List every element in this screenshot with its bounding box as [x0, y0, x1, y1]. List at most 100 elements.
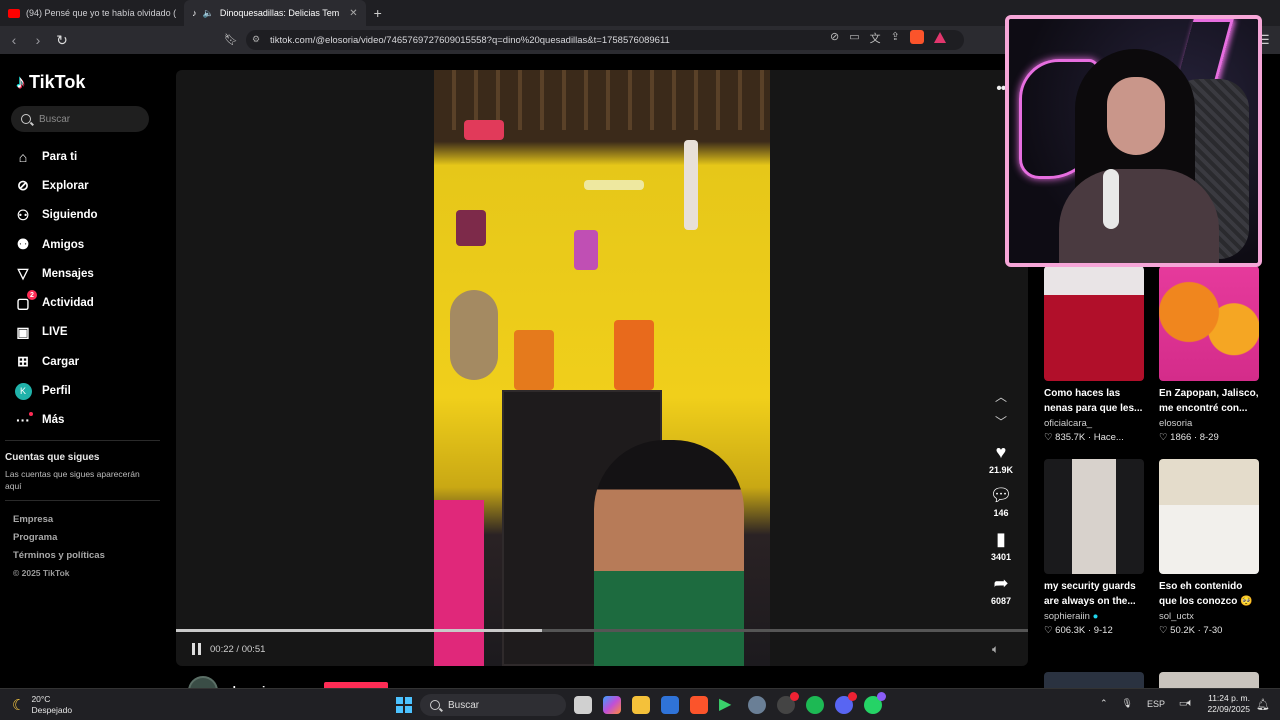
tiktok-icon: ♪ [192, 8, 197, 18]
chevron-up-icon[interactable]: ⌃ [1100, 698, 1108, 709]
search-icon [21, 114, 31, 124]
microphone-icon[interactable]: 🎙︎ [1122, 698, 1133, 709]
nav-label: Amigos [42, 238, 85, 251]
upload-icon: ⊞ [17, 353, 29, 370]
nav-para-ti[interactable]: ⌂ Para ti [14, 142, 98, 171]
chevron-down-icon[interactable]: ﹀ [994, 413, 1008, 430]
rec-item[interactable]: Eso eh contenido que los conozco 🥺 sol_u… [1159, 459, 1259, 636]
bookmark-icon[interactable]: 🔖︎ [224, 33, 238, 46]
nav-amigos[interactable]: ⚉ Amigos [14, 230, 98, 259]
footer-link-empresa[interactable]: Empresa [13, 514, 105, 532]
back-icon[interactable]: ‹ [4, 32, 24, 48]
rec-item[interactable]: Como haces las nenas para que les... ofi… [1044, 266, 1144, 443]
translate-icon[interactable]: 文 [870, 30, 881, 46]
save-button[interactable]: ▮ 3401 [984, 529, 1018, 562]
copilot-icon[interactable] [603, 696, 621, 714]
reload-icon[interactable]: ↻ [52, 32, 72, 49]
rec-user[interactable]: elosoria [1159, 418, 1259, 429]
share-icon[interactable]: ⇪ [891, 30, 900, 46]
task-view-icon[interactable] [574, 696, 592, 714]
cast-icon[interactable]: ▭ [849, 30, 859, 46]
whatsapp-icon[interactable] [864, 692, 886, 714]
weather-widget[interactable]: ☾ 20°C Despejado [12, 694, 72, 716]
footer-link-programa[interactable]: Programa [13, 532, 105, 550]
tiktok-logo[interactable]: ♪ TikTok [16, 72, 85, 93]
toolbar-icons: ⊘ ▭ 文 ⇪ [830, 30, 946, 46]
taskbar-search[interactable]: Buscar [420, 694, 566, 716]
microphone [1103, 169, 1119, 229]
bookmark-icon: ▮ [996, 529, 1006, 549]
rec-meta: ♡ 1866 · 8-29 [1159, 432, 1219, 443]
volume-icon[interactable]: 🔈︎ [992, 642, 999, 657]
rec-item[interactable]: En Zapopan, Jalisco, me encontré con... … [1159, 266, 1259, 443]
speaker-icon[interactable]: 🔈︎ [1187, 697, 1194, 710]
pause-icon[interactable] [192, 643, 202, 655]
progress-fill [176, 629, 543, 632]
like-button[interactable]: ♥ 21.9K [984, 442, 1018, 475]
site-info-icon[interactable]: ⚙ [252, 34, 260, 45]
rec-thumbnail-partial[interactable] [1159, 672, 1259, 688]
chevron-up-icon[interactable]: ︿ [994, 388, 1008, 405]
tab-tiktok-label: Dinoquesadillas: Delicias Tem [219, 8, 340, 18]
nav-live[interactable]: ▣ LIVE [14, 318, 98, 347]
brave-icon[interactable] [690, 696, 708, 714]
spotify-icon[interactable] [806, 696, 824, 714]
rec-thumbnail[interactable] [1044, 266, 1144, 381]
rec-title[interactable]: En Zapopan, Jalisco, me encontré con... [1159, 386, 1259, 416]
rec-user[interactable]: sophieraiin ● [1044, 611, 1144, 622]
store-icon[interactable] [661, 696, 679, 714]
webcam-overlay [1005, 15, 1262, 267]
audio-icon[interactable]: 🔈 [203, 8, 214, 19]
rec-meta: ♡ 50.2K · 7-30 [1159, 625, 1223, 636]
progress-bar[interactable] [176, 629, 1028, 632]
notification-bell-icon[interactable]: 🔔︎ [1256, 698, 1270, 711]
footer-link-terminos[interactable]: Términos y políticas [13, 550, 105, 568]
rec-thumbnail[interactable] [1044, 459, 1144, 574]
comment-button[interactable]: 💬︎ 146 [984, 485, 1018, 518]
nav-perfil[interactable]: K Perfil [14, 376, 98, 405]
rec-thumbnail-partial[interactable] [1044, 672, 1144, 688]
nav-mas[interactable]: ··· Más [14, 406, 98, 435]
video-frame[interactable] [434, 70, 770, 666]
rec-thumbnail[interactable] [1159, 459, 1259, 574]
obs-icon[interactable] [777, 692, 799, 714]
divider [5, 440, 160, 441]
video-scene-decoration [684, 140, 698, 230]
rec-meta: ♡ 606.3K · 9-12 [1044, 625, 1113, 636]
file-explorer-icon[interactable] [632, 696, 650, 714]
video-scene-decoration [464, 120, 504, 140]
footer-links: Empresa Programa Términos y políticas © … [13, 514, 105, 586]
search-placeholder: Buscar [39, 113, 71, 125]
discord-icon[interactable] [835, 692, 857, 714]
nav-actividad[interactable]: ▢ 2 Actividad [14, 288, 98, 317]
nav-mensajes[interactable]: ▽ Mensajes [14, 259, 98, 288]
rec-user[interactable]: oficialcara_ [1044, 418, 1144, 429]
tab-tiktok[interactable]: ♪ 🔈 Dinoquesadillas: Delicias Tem ✕ [184, 0, 366, 26]
brave-shield-icon[interactable] [909, 30, 924, 44]
new-tab-button[interactable]: + [374, 5, 382, 21]
live-icon: ▣ [16, 323, 30, 340]
rec-title[interactable]: my security guards are always on the... [1044, 579, 1144, 609]
nav-siguiendo[interactable]: ⚇ Siguiendo [14, 201, 98, 230]
tab-youtube[interactable]: (94) Pensé que yo te había olvidado ( [0, 0, 184, 26]
forward-icon[interactable]: › [28, 32, 48, 48]
video-player[interactable]: ••• ︿ ﹀ ♥ 21.9K 💬︎ 146 ▮ 3401 ➦ 6087 00:… [176, 70, 1028, 666]
nav-cargar[interactable]: ⊞ Cargar [14, 347, 98, 376]
reader-icon[interactable]: ⊘ [830, 30, 839, 46]
clock[interactable]: 11:24 p. m. 22/09/2025 [1206, 693, 1250, 715]
search-input[interactable]: Buscar [11, 106, 149, 132]
share-button[interactable]: ➦ 6087 [984, 573, 1018, 606]
rec-user[interactable]: sol_uctx [1159, 611, 1259, 622]
rec-title[interactable]: Eso eh contenido que los conozco 🥺 [1159, 579, 1259, 609]
play-icon[interactable]: ▶ [719, 696, 737, 714]
language-indicator[interactable]: ESP [1147, 699, 1165, 709]
rec-item[interactable]: my security guards are always on the... … [1044, 459, 1144, 636]
close-tab-icon[interactable]: ✕ [349, 8, 357, 19]
compass-icon: ⊘ [17, 177, 29, 194]
settings-icon[interactable] [748, 696, 766, 714]
windows-start-icon[interactable] [396, 697, 412, 713]
nav-explorar[interactable]: ⊘ Explorar [14, 171, 98, 200]
brave-rewards-icon[interactable] [933, 32, 946, 43]
rec-thumbnail[interactable] [1159, 266, 1259, 381]
rec-title[interactable]: Como haces las nenas para que les... [1044, 386, 1144, 416]
